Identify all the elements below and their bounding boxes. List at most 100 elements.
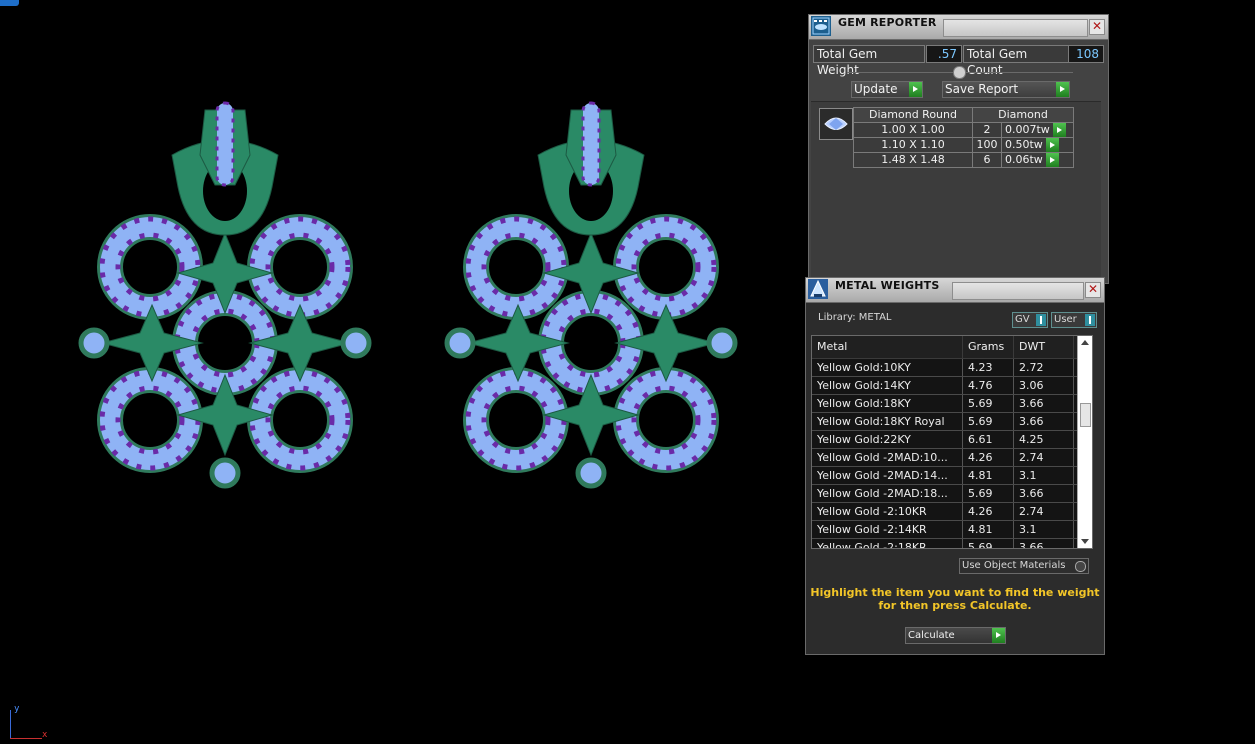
scroll-down-icon[interactable]	[1081, 539, 1089, 544]
axis-indicator: y x	[4, 700, 54, 744]
metal-name: Yellow Gold -2:10KR	[812, 503, 963, 520]
earring-left	[78, 101, 372, 489]
scroll-thumb[interactable]	[1080, 403, 1091, 427]
metal-name: Yellow Gold:22KY	[812, 431, 963, 448]
metal-weights-panel: METAL WEIGHTS ✕ Library: METAL GV User M…	[805, 277, 1105, 655]
metal-table-scrollbar[interactable]	[1077, 336, 1092, 548]
total-gem-count-value: 108	[1068, 45, 1104, 63]
user-toggle[interactable]: User	[1051, 312, 1097, 328]
dwt-column-header[interactable]: DWT	[1014, 336, 1074, 358]
gem-weight-value: 0.50tw	[1005, 138, 1043, 151]
gv-toggle[interactable]: GV	[1012, 312, 1048, 328]
gem-table-header-shape: Diamond Round	[853, 107, 973, 123]
table-row[interactable]: Yellow Gold -2MAD:14... 4.81 3.1	[812, 467, 1092, 485]
gem-size: 1.10 X 1.10	[853, 137, 973, 153]
gem-size: 1.48 X 1.48	[853, 152, 973, 168]
use-object-materials-label: Use Object Materials	[962, 560, 1066, 571]
use-object-materials-toggle[interactable]: Use Object Materials	[959, 558, 1089, 574]
play-icon[interactable]	[1053, 123, 1067, 137]
gem-reporter-title: GEM REPORTER	[838, 16, 937, 29]
table-row[interactable]: Yellow Gold:18KY Royal 5.69 3.66	[812, 413, 1092, 431]
calculate-button-label: Calculate	[908, 630, 955, 641]
calculate-hint-line1: Highlight the item you want to find the …	[810, 586, 1100, 599]
close-icon[interactable]: ✕	[1089, 19, 1105, 35]
grams-column-header[interactable]: Grams	[963, 336, 1014, 358]
metal-grams: 4.26	[963, 503, 1014, 520]
gem-size: 1.00 X 1.00	[853, 122, 973, 138]
table-row[interactable]: Yellow Gold -2:18KR 5.69 3.66	[812, 539, 1092, 548]
metal-name: Yellow Gold:18KY Royal	[812, 413, 963, 430]
metal-name: Yellow Gold -2MAD:18...	[812, 485, 963, 502]
calculate-hint: Highlight the item you want to find the …	[806, 586, 1104, 612]
save-report-button-label: Save Report	[945, 82, 1019, 96]
gem-row[interactable]: 1.10 X 1.10 100 0.50tw	[853, 137, 1074, 153]
gem-table-header-type: Diamond	[972, 107, 1074, 123]
table-row[interactable]: Yellow Gold:10KY 4.23 2.72	[812, 359, 1092, 377]
table-row[interactable]: Yellow Gold -2:10KR 4.26 2.74	[812, 503, 1092, 521]
play-icon[interactable]	[1046, 153, 1060, 167]
calculate-hint-line2: for then press Calculate.	[878, 599, 1032, 612]
metal-rows: Yellow Gold:10KY 4.23 2.72 Yellow Gold:14KY…	[812, 359, 1092, 548]
metal-weights-title: METAL WEIGHTS	[835, 279, 940, 292]
metal-name: Yellow Gold:18KY	[812, 395, 963, 412]
metal-grams: 4.81	[963, 467, 1014, 484]
metal-grams: 4.23	[963, 359, 1014, 376]
metal-column-header[interactable]: Metal	[812, 336, 963, 358]
metal-name: Yellow Gold:10KY	[812, 359, 963, 376]
metal-weights-title-field	[952, 282, 1084, 300]
gv-toggle-label: GV	[1015, 314, 1030, 325]
metal-grams: 6.61	[963, 431, 1014, 448]
gem-count: 2	[972, 122, 1002, 138]
metal-weights-icon	[808, 279, 828, 299]
metal-dwt: 4.25	[1014, 431, 1074, 448]
metal-dwt: 3.66	[1014, 395, 1074, 412]
table-row[interactable]: Yellow Gold -2MAD:10... 4.26 2.74	[812, 449, 1092, 467]
total-gem-weight-label: Total Gem Weight	[813, 45, 925, 77]
total-gem-weight-value: .57	[926, 45, 962, 63]
gem-row[interactable]: 1.48 X 1.48 6 0.06tw	[853, 152, 1074, 168]
earring-right	[444, 101, 738, 489]
corner-tab[interactable]	[0, 0, 19, 6]
metal-dwt: 3.1	[1014, 467, 1074, 484]
metal-table-header: Metal Grams DWT	[812, 336, 1092, 359]
metal-dwt: 3.06	[1014, 377, 1074, 394]
metal-grams: 4.76	[963, 377, 1014, 394]
metal-grams: 4.81	[963, 521, 1014, 538]
scroll-up-icon[interactable]	[1081, 340, 1089, 345]
gem-reporter-panel: GEM REPORTER ✕ Total Gem Weight .57 Tota…	[808, 14, 1109, 284]
collapse-icon[interactable]	[953, 66, 966, 79]
metal-dwt: 3.66	[1014, 539, 1074, 548]
table-row[interactable]: Yellow Gold:18KY 5.69 3.66	[812, 395, 1092, 413]
gem-reporter-titlebar[interactable]: GEM REPORTER ✕	[809, 15, 1108, 40]
library-label: Library: METAL	[818, 312, 892, 323]
calculate-button[interactable]: Calculate	[905, 627, 1006, 644]
axis-y-label: y	[14, 704, 20, 714]
gem-row[interactable]: 1.00 X 1.00 2 0.007tw	[853, 122, 1074, 138]
metal-weights-titlebar[interactable]: METAL WEIGHTS ✕	[806, 278, 1104, 303]
play-icon	[992, 628, 1005, 643]
metal-dwt: 2.74	[1014, 503, 1074, 520]
gem-weight: 0.007tw	[1001, 122, 1074, 138]
metal-grams: 5.69	[963, 485, 1014, 502]
metal-dwt: 3.66	[1014, 485, 1074, 502]
play-icon[interactable]	[1046, 138, 1060, 152]
table-row[interactable]: Yellow Gold:14KY 4.76 3.06	[812, 377, 1092, 395]
metal-name: Yellow Gold -2:14KR	[812, 521, 963, 538]
total-gem-count-label: Total Gem Count	[963, 45, 1069, 77]
gem-weight-value: 0.06tw	[1005, 153, 1043, 166]
table-row[interactable]: Yellow Gold:22KY 6.61 4.25	[812, 431, 1092, 449]
gem-weight-value: 0.007tw	[1005, 123, 1050, 136]
save-report-button[interactable]: Save Report	[942, 81, 1070, 98]
metal-grams: 5.69	[963, 413, 1014, 430]
user-toggle-label: User	[1054, 314, 1077, 325]
diamond-round-icon	[819, 108, 853, 140]
table-row[interactable]: Yellow Gold -2MAD:18... 5.69 3.66	[812, 485, 1092, 503]
table-row[interactable]: Yellow Gold -2:14KR 4.81 3.1	[812, 521, 1092, 539]
metal-dwt: 2.74	[1014, 449, 1074, 466]
play-icon	[1056, 82, 1069, 97]
metal-grams: 5.69	[963, 539, 1014, 548]
gem-weight: 0.50tw	[1001, 137, 1074, 153]
close-icon[interactable]: ✕	[1085, 282, 1101, 298]
update-button[interactable]: Update	[851, 81, 923, 98]
update-button-label: Update	[854, 82, 898, 96]
